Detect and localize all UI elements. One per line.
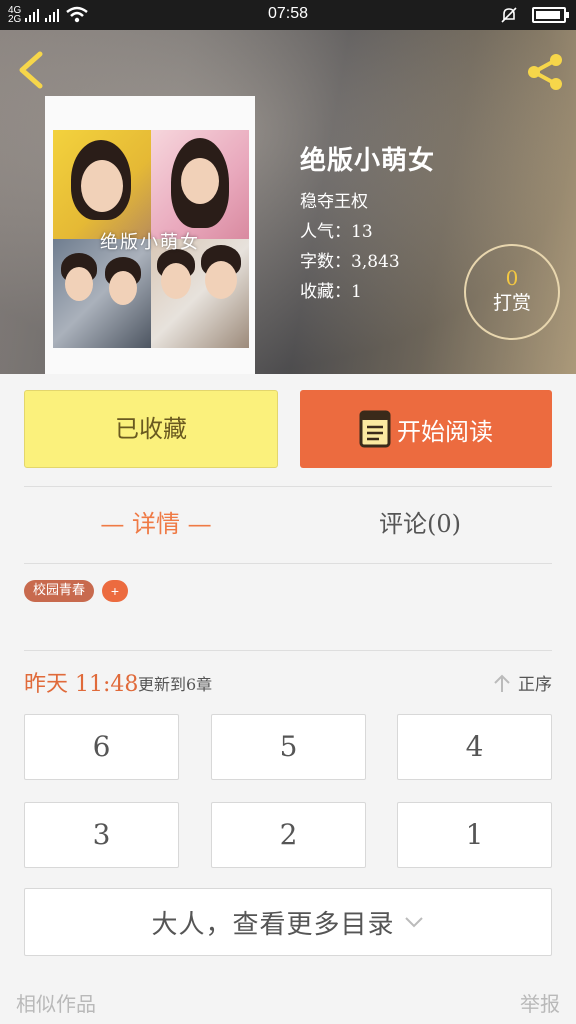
tab-detail[interactable]: — 详情 — <box>24 504 288 539</box>
back-arrow-icon <box>19 51 43 89</box>
more-catalog-label: 大人，查看更多目录 <box>151 909 395 940</box>
similar-works-heading: 相似作品 <box>16 992 96 1016</box>
collect-button[interactable]: 已收藏 <box>24 390 278 468</box>
share-icon <box>528 54 562 90</box>
cover-title: 绝版小萌女 <box>100 232 200 253</box>
book-author[interactable]: 稳夺王权 <box>300 187 435 217</box>
chapter-button[interactable]: 3 <box>24 802 179 868</box>
reward-count: 0 <box>505 266 519 290</box>
add-tag-button[interactable]: + <box>102 580 129 602</box>
divider <box>24 563 552 564</box>
reward-label: 打赏 <box>492 292 531 314</box>
update-row: 昨天 11:48 更新到6章 正序 <box>24 666 552 697</box>
chapter-button[interactable]: 4 <box>397 714 552 780</box>
more-catalog-button[interactable]: 大人，查看更多目录 <box>24 888 552 956</box>
start-reading-label: 开始阅读 <box>397 417 493 446</box>
report-link[interactable]: 举报 <box>520 988 560 1017</box>
book-header: 绝版小萌女 绝版小萌女 稳夺王权 人气：13 字数：3,843 收藏：1 0 打… <box>0 30 576 374</box>
back-button[interactable] <box>14 48 54 92</box>
chapter-button[interactable]: 2 <box>211 802 366 868</box>
book-info: 绝版小萌女 稳夺王权 人气：13 字数：3,843 收藏：1 <box>300 140 435 307</box>
sort-toggle[interactable]: 正序 <box>492 670 552 695</box>
book-cover[interactable]: 绝版小萌女 <box>45 96 255 374</box>
update-time: 昨天 11:48 <box>24 672 139 697</box>
clock: 07:58 <box>267 5 309 22</box>
chapter-button[interactable]: 6 <box>24 714 179 780</box>
book-title: 绝版小萌女 <box>300 146 436 176</box>
sort-label: 正序 <box>518 675 552 695</box>
update-text: 更新到6章 <box>138 675 213 694</box>
tag-item[interactable]: 校园青春 <box>24 580 95 602</box>
mute-icon <box>501 7 517 23</box>
divider <box>24 650 552 651</box>
share-button[interactable] <box>522 50 566 94</box>
chapter-button[interactable]: 1 <box>397 802 552 868</box>
battery-icon <box>532 7 569 23</box>
book-icon <box>359 410 391 448</box>
tag-list: 校园青春 + <box>24 580 129 602</box>
chapter-button[interactable]: 5 <box>211 714 366 780</box>
book-favorites: 收藏：1 <box>300 282 362 302</box>
book-popularity: 人气：13 <box>300 222 373 242</box>
book-word-count: 字数：3,843 <box>300 252 400 272</box>
arrow-up-icon <box>494 674 510 692</box>
tab-comments[interactable]: 评论(0) <box>288 504 552 539</box>
divider <box>24 486 552 487</box>
start-reading-button[interactable]: 开始阅读 <box>300 390 552 468</box>
reward-button[interactable]: 0 打赏 <box>464 244 560 340</box>
status-bar: 4G 2G 07:58 <box>0 0 576 30</box>
chevron-down-icon <box>404 917 423 928</box>
